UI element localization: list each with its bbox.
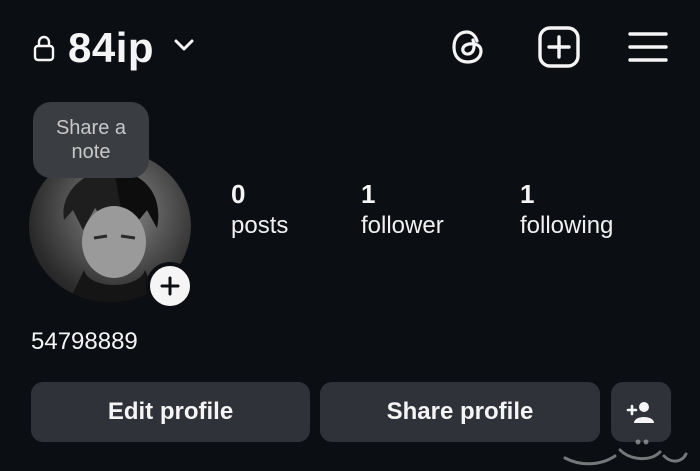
lock-icon xyxy=(33,35,55,62)
posts-count: 0 xyxy=(231,179,246,209)
edit-profile-button[interactable]: Edit profile xyxy=(31,382,310,442)
followers-count: 1 xyxy=(361,179,376,209)
haraj-logo xyxy=(563,439,688,466)
stat-following[interactable]: 1 following xyxy=(520,178,613,242)
hamburger-menu-icon[interactable] xyxy=(628,30,668,64)
share-profile-button[interactable]: Share profile xyxy=(320,382,600,442)
following-label: following xyxy=(520,212,614,239)
plus-square-icon[interactable] xyxy=(537,25,581,69)
following-count: 1 xyxy=(520,179,535,209)
posts-label: posts xyxy=(231,212,289,239)
display-name: 54798889 xyxy=(31,328,138,355)
chevron-down-icon[interactable] xyxy=(173,37,195,53)
add-person-icon xyxy=(626,402,654,423)
add-story-button[interactable] xyxy=(146,262,194,310)
share-note-text: Share a note xyxy=(55,117,127,163)
share-note-bubble[interactable]: Share a note xyxy=(33,102,149,178)
stat-followers[interactable]: 1 follower xyxy=(361,178,444,242)
discover-people-button[interactable] xyxy=(611,382,671,442)
username-title[interactable]: 84ip xyxy=(68,22,154,74)
profile-header: 84ip xyxy=(0,0,700,100)
followers-label: follower xyxy=(361,212,444,239)
plus-icon xyxy=(160,276,180,296)
threads-icon[interactable] xyxy=(448,27,488,67)
stat-posts[interactable]: 0 posts xyxy=(231,178,288,242)
